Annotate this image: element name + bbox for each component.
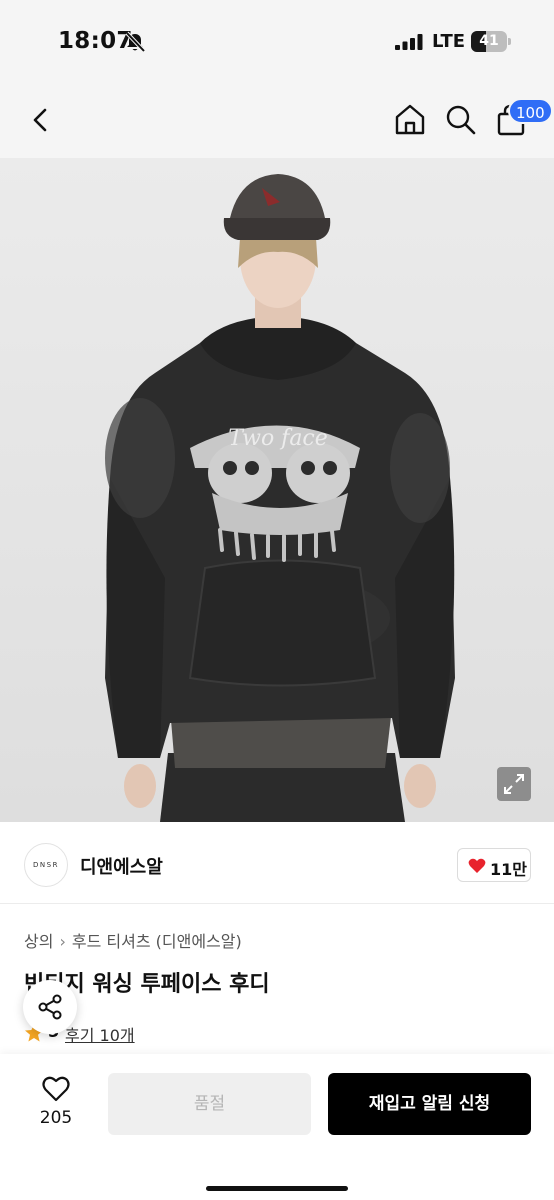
- bottom-action-bar: 205 품절 재입고 알림 신청: [0, 1054, 554, 1200]
- wishlist-button[interactable]: 205: [30, 1076, 82, 1132]
- restock-alert-button[interactable]: 재입고 알림 신청: [328, 1073, 531, 1135]
- search-icon[interactable]: [444, 102, 478, 138]
- breadcrumb-item-category[interactable]: 상의: [24, 932, 53, 951]
- brand-like-count: 11만: [490, 860, 527, 879]
- model-hoodie-illustration: Two face: [105, 174, 455, 822]
- wishlist-count: 205: [39, 1108, 73, 1128]
- product-image[interactable]: Two face: [0, 158, 554, 822]
- bell-off-icon: [125, 31, 146, 53]
- network-type: LTE: [432, 31, 466, 52]
- status-time: 18:07: [58, 28, 133, 54]
- hoodie-print-text: Two face: [228, 426, 328, 451]
- share-button[interactable]: [23, 980, 77, 1034]
- status-bar: 18:07 LTE 41: [0, 0, 554, 84]
- expand-image-icon[interactable]: [497, 767, 531, 801]
- chevron-right-icon: ›: [59, 932, 66, 951]
- heart-outline-icon: [42, 1076, 70, 1102]
- cellular-signal-icon: [395, 34, 423, 50]
- back-arrow-icon[interactable]: [26, 104, 56, 136]
- home-icon[interactable]: [393, 102, 427, 138]
- battery-percent: 41: [479, 33, 499, 49]
- brand-logo[interactable]: DNSR: [24, 843, 68, 887]
- brand-row[interactable]: DNSR 디앤에스알 11만: [0, 822, 554, 904]
- home-indicator: [206, 1186, 348, 1191]
- share-icon: [38, 994, 62, 1020]
- battery-icon: 41: [471, 31, 511, 52]
- reviews-link[interactable]: 후기 10개: [65, 1022, 135, 1046]
- brand-like-button[interactable]: 11만: [457, 848, 531, 882]
- heart-filled-icon: [468, 858, 486, 873]
- breadcrumb-item-subcategory[interactable]: 후드 티셔츠 (디앤에스알): [72, 932, 242, 951]
- brand-name[interactable]: 디앤에스알: [80, 853, 163, 879]
- breadcrumb: 상의 › 후드 티셔츠 (디앤에스알): [24, 928, 242, 952]
- top-nav: [0, 84, 554, 158]
- soldout-button: 품절: [108, 1073, 311, 1135]
- cart-count-badge: 100: [508, 98, 553, 124]
